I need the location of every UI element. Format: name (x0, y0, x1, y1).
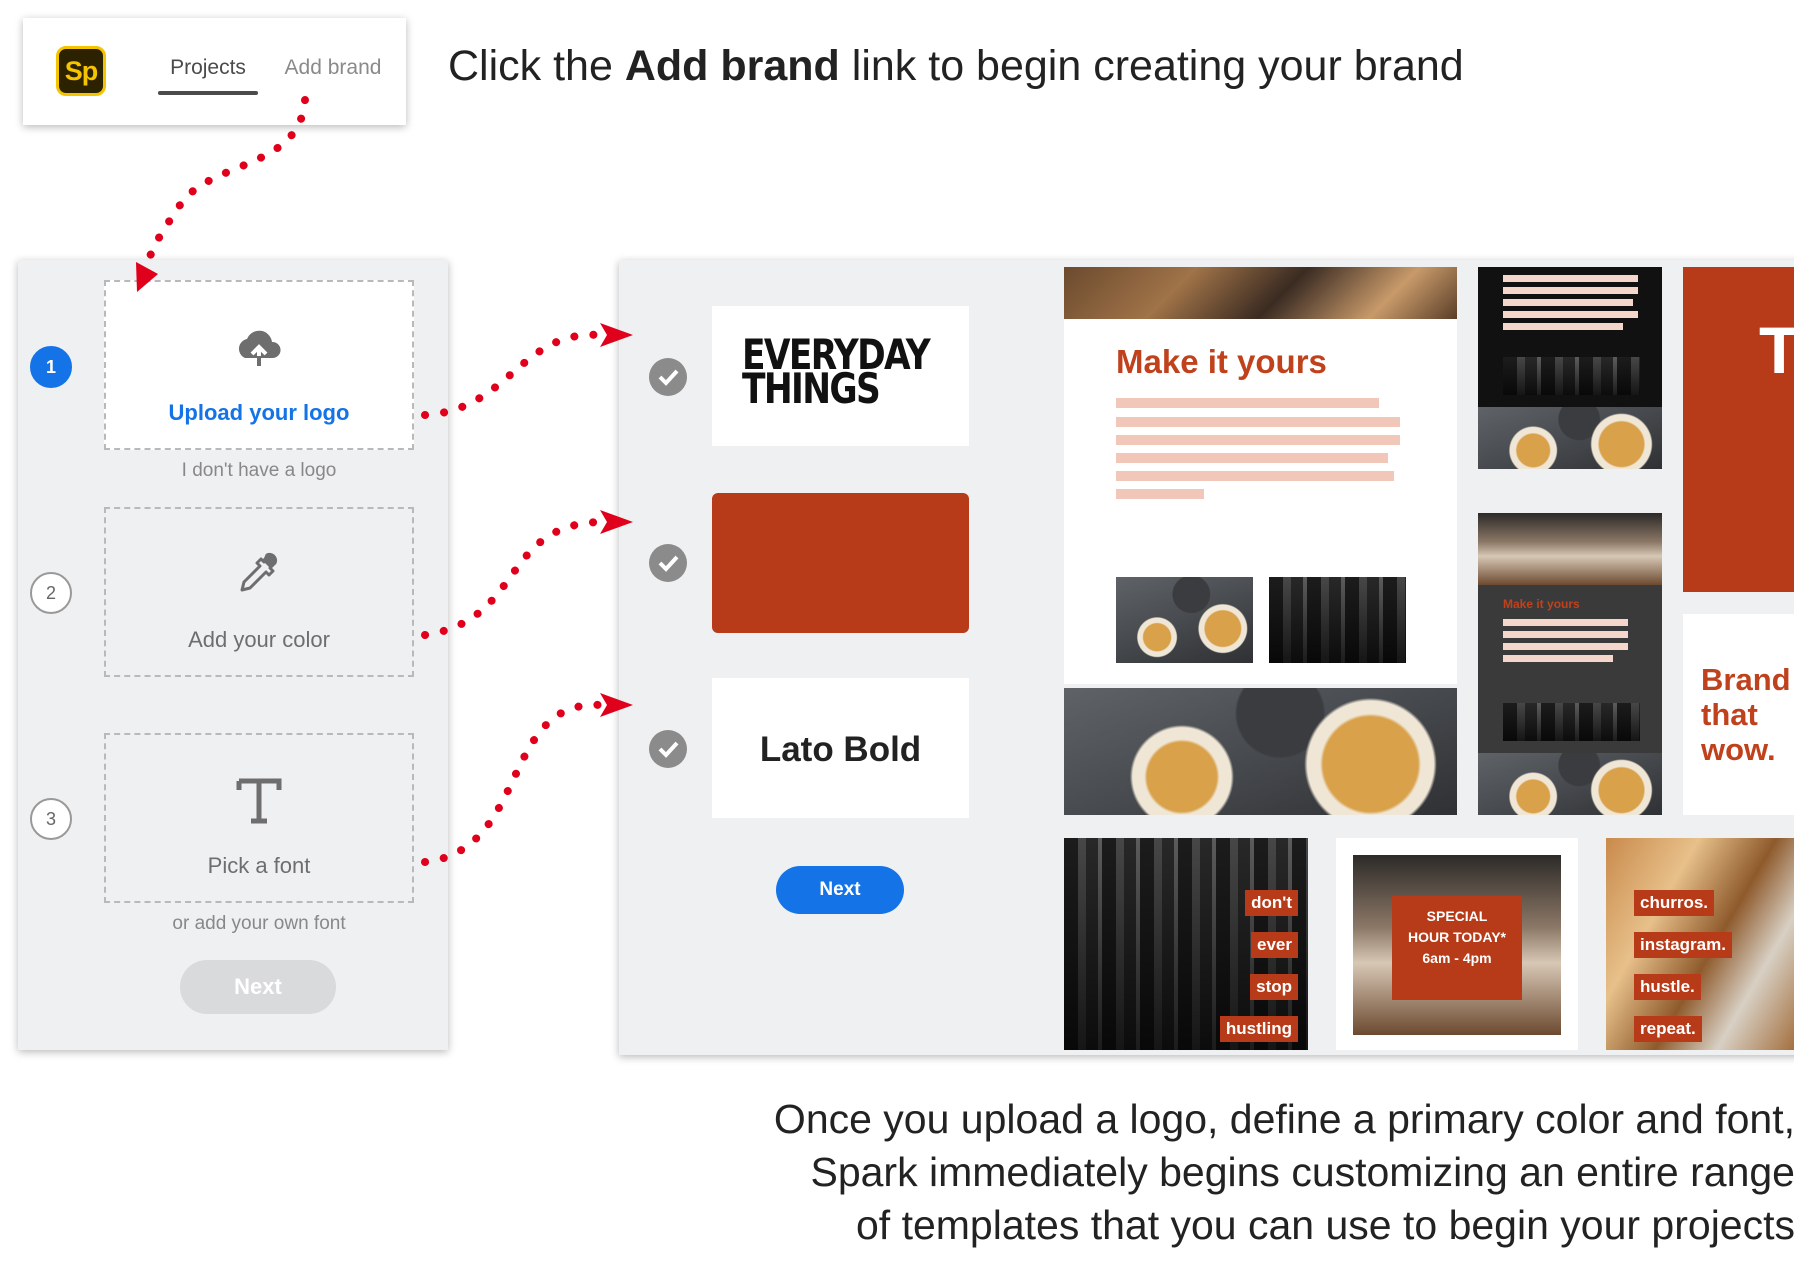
text-line (1503, 287, 1638, 294)
big-letter: T (1759, 313, 1794, 387)
arrow-color-to-preview (421, 518, 604, 639)
step-2-indicator: 2 (30, 572, 72, 614)
check-icon-color (649, 544, 687, 582)
arrow-logo-to-preview (421, 330, 604, 419)
bread-tag: instagram. (1634, 932, 1732, 958)
special-line: 6am - 4pm (1422, 950, 1492, 966)
eyedropper-icon (106, 547, 412, 603)
text-line (1116, 453, 1388, 463)
font-name: Lato Bold (759, 730, 922, 769)
app-header: Sp Projects Add brand (23, 18, 406, 125)
bread-tag: churros. (1634, 890, 1715, 916)
text-line (1116, 435, 1400, 445)
text-line (1503, 631, 1628, 638)
upload-logo-label: Upload your logo (168, 400, 350, 425)
brand-setup-wizard: 1 Upload your logo I don't have a logo 2… (18, 260, 448, 1050)
city-tag: don't (1245, 890, 1298, 916)
text-line (1503, 275, 1638, 282)
city-tag: hustling (1219, 1016, 1298, 1042)
text-type-icon (106, 773, 412, 829)
cafe-photo (1478, 513, 1662, 585)
city-photo (1269, 577, 1406, 663)
caption-top-bold: Add brand (624, 42, 840, 90)
text-line (1503, 299, 1633, 306)
template-dark-flyer-2[interactable]: Make it yours (1478, 513, 1662, 815)
caption-line: Spark immediately begins customizing an … (810, 1149, 1794, 1195)
nav-add-brand-link[interactable]: Add brand (278, 56, 388, 80)
cloud-upload-icon (106, 320, 412, 376)
nav-projects-link[interactable]: Projects (158, 56, 258, 80)
step-3-indicator: 3 (30, 798, 72, 840)
wizard-next-button[interactable]: Next (180, 960, 336, 1014)
text-line (1116, 398, 1379, 408)
active-tab-underline (158, 91, 258, 95)
special-line: HOUR TODAY* (1407, 929, 1507, 945)
step-1-indicator: 1 (30, 346, 72, 388)
primary-color-swatch[interactable] (712, 493, 969, 633)
city-photo (1503, 357, 1640, 395)
text-line (1116, 489, 1204, 499)
add-own-font-link[interactable]: or add your own font (104, 913, 414, 935)
no-logo-link[interactable]: I don't have a logo (104, 460, 414, 482)
template-special-hour[interactable]: SPECIAL HOUR TODAY* 6am - 4pm (1336, 838, 1578, 1050)
bakery-photo-strip (1064, 267, 1457, 319)
instruction-caption-bottom: Once you upload a logo, define a primary… (735, 1093, 1794, 1252)
font-preview-card[interactable]: Lato Bold (712, 678, 969, 818)
template-brand-that-wow[interactable]: Brand that wow. (1683, 614, 1794, 815)
text-line (1503, 619, 1628, 626)
spark-logo: Sp (56, 46, 106, 96)
city-tag: stop (1250, 974, 1298, 1000)
caption-line: Once you upload a logo, define a primary… (773, 1096, 1794, 1142)
bread-tag: repeat. (1634, 1016, 1702, 1042)
tagline-line: Brand (1701, 662, 1791, 697)
brand-logo-wordmark: EVERYDAY THINGS (742, 334, 931, 410)
template-red-banner[interactable]: T (1683, 267, 1794, 592)
caption-line: of templates that you can use to begin y… (856, 1202, 1794, 1248)
check-icon-logo (649, 358, 687, 396)
bread-tag: hustle. (1634, 974, 1701, 1000)
template-bread-repeat[interactable]: churros. instagram. hustle. repeat. (1606, 838, 1794, 1050)
text-line (1503, 311, 1638, 318)
logo-preview-card[interactable]: EVERYDAY THINGS (712, 306, 969, 446)
text-line (1503, 655, 1613, 662)
template-make-it-yours[interactable]: Make it yours (1064, 267, 1457, 684)
pick-font-label: Pick a font (207, 853, 311, 878)
add-color-box[interactable]: Add your color (104, 507, 414, 677)
upload-logo-dropzone[interactable]: Upload your logo (104, 280, 414, 450)
template-city-hustle[interactable]: don't ever stop hustling (1064, 838, 1308, 1050)
text-line (1503, 323, 1623, 330)
brand-tagline: Brand that wow. (1701, 662, 1791, 767)
instruction-caption-top: Click the Add brand link to begin creati… (448, 42, 1464, 91)
tagline-line: wow. (1701, 732, 1776, 767)
text-line (1503, 643, 1628, 650)
check-icon-font (649, 730, 687, 768)
muffin-photo (1116, 577, 1253, 663)
city-photo (1503, 703, 1640, 741)
brand-next-button[interactable]: Next (776, 866, 904, 914)
caption-top-pre: Click the (448, 42, 625, 90)
make-it-yours-small: Make it yours (1503, 597, 1580, 611)
city-tag: ever (1251, 932, 1298, 958)
muffin-photo (1478, 753, 1662, 815)
arrow-font-to-preview (421, 700, 604, 866)
text-line (1116, 417, 1400, 427)
special-line: SPECIAL (1426, 908, 1488, 924)
text-line (1116, 471, 1394, 481)
caption-top-post: link to begin creating your brand (839, 42, 1464, 90)
muffin-photo (1478, 407, 1662, 469)
tagline-line: that (1701, 697, 1758, 732)
add-color-label: Add your color (188, 627, 330, 652)
special-hour-badge: SPECIAL HOUR TODAY* 6am - 4pm (1392, 896, 1522, 1000)
template-muffin-tray[interactable] (1064, 688, 1457, 815)
pick-font-box[interactable]: Pick a font (104, 733, 414, 903)
arrow-add-brand-to-wizard (143, 96, 309, 272)
make-it-yours-title: Make it yours (1116, 343, 1327, 380)
template-dark-flyer[interactable] (1478, 267, 1662, 469)
